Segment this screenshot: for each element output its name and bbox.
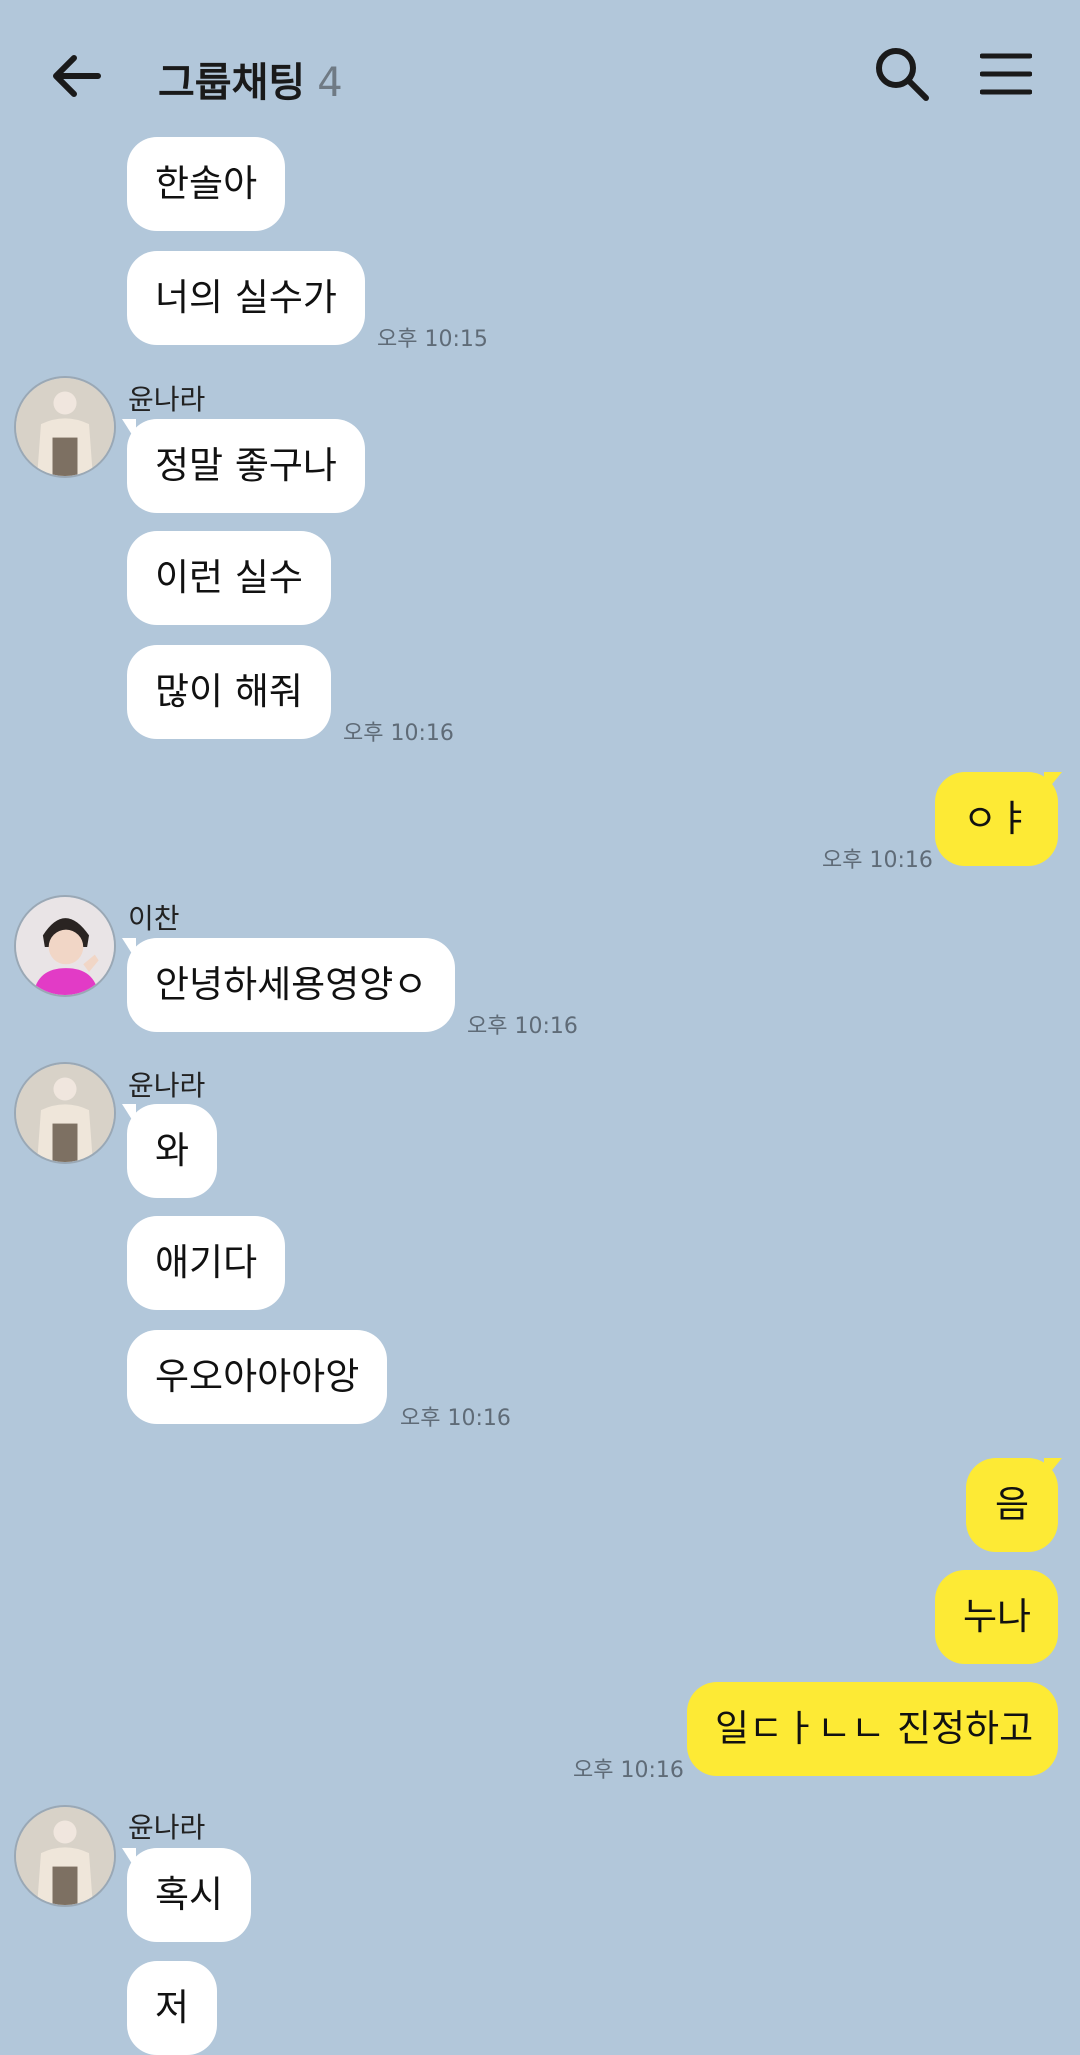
message-bubble[interactable]: 한솔아 xyxy=(127,137,286,231)
avatar[interactable] xyxy=(14,1805,116,1907)
sender-name: 윤나라 xyxy=(128,1069,206,1102)
profile-photo-icon xyxy=(16,1064,114,1162)
message-bubble[interactable]: 우오아아아앙 xyxy=(127,1330,388,1424)
message-bubble[interactable]: 애기다 xyxy=(127,1216,286,1310)
avatar[interactable] xyxy=(14,895,116,997)
bubble-tail xyxy=(1044,772,1062,794)
message-bubble[interactable]: 안녕하세용영양ㅇ xyxy=(127,938,456,1032)
message-bubble[interactable]: 혹시 xyxy=(127,1848,252,1942)
my-message-bubble[interactable]: ㅇㅑ xyxy=(935,772,1058,866)
avatar[interactable] xyxy=(14,376,116,478)
my-message-bubble[interactable]: 누나 xyxy=(935,1570,1058,1664)
message-bubble[interactable]: 정말 좋구나 xyxy=(127,419,365,513)
message-time: 오후 10:16 xyxy=(467,1014,578,1039)
message-list[interactable]: 한솔아 너의 실수가 오후 10:15 윤나라 정말 좋구나 이런 실수 많이 … xyxy=(0,0,1080,2055)
message-time: 오후 10:16 xyxy=(573,1758,684,1783)
message-bubble[interactable]: 이런 실수 xyxy=(127,531,331,625)
message-time: 오후 10:16 xyxy=(343,721,454,746)
profile-photo-icon xyxy=(16,897,114,995)
message-time: 오후 10:16 xyxy=(822,848,933,873)
message-time: 오후 10:16 xyxy=(400,1406,511,1431)
my-message-bubble[interactable]: 일ㄷㅏㄴㄴ 진정하고 xyxy=(687,1682,1058,1776)
message-bubble[interactable]: 너의 실수가 xyxy=(127,251,365,345)
profile-photo-icon xyxy=(16,378,114,476)
message-bubble[interactable]: 저 xyxy=(127,1961,218,2055)
sender-name: 이찬 xyxy=(128,902,180,935)
message-bubble[interactable]: 와 xyxy=(127,1104,218,1198)
avatar[interactable] xyxy=(14,1062,116,1164)
sender-name: 윤나라 xyxy=(128,1811,206,1844)
message-bubble[interactable]: 많이 해줘 xyxy=(127,645,331,739)
sender-name: 윤나라 xyxy=(128,383,206,416)
profile-photo-icon xyxy=(16,1807,114,1905)
bubble-tail xyxy=(1044,1458,1062,1480)
message-time: 오후 10:15 xyxy=(377,327,488,352)
